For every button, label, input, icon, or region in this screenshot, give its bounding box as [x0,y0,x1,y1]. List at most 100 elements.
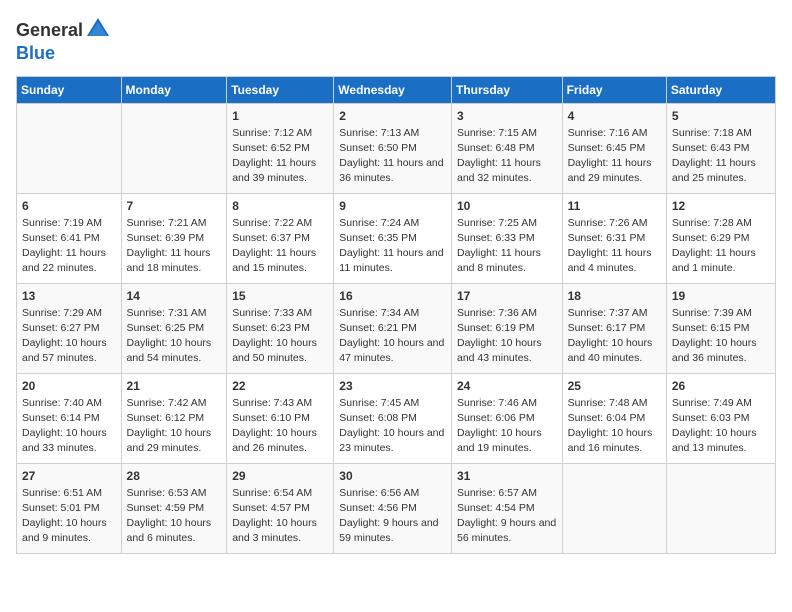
calendar-cell [562,463,666,553]
day-info: Sunrise: 7:12 AM Sunset: 6:52 PM Dayligh… [232,126,328,185]
page-header: General Blue [16,16,776,64]
calendar-week-row: 20Sunrise: 7:40 AM Sunset: 6:14 PM Dayli… [17,373,776,463]
day-number: 27 [22,468,116,485]
day-number: 6 [22,198,116,215]
day-info: Sunrise: 7:25 AM Sunset: 6:33 PM Dayligh… [457,216,557,275]
calendar-cell: 26Sunrise: 7:49 AM Sunset: 6:03 PM Dayli… [666,373,775,463]
day-info: Sunrise: 7:31 AM Sunset: 6:25 PM Dayligh… [127,306,222,365]
calendar-cell: 12Sunrise: 7:28 AM Sunset: 6:29 PM Dayli… [666,193,775,283]
day-info: Sunrise: 6:53 AM Sunset: 4:59 PM Dayligh… [127,486,222,545]
calendar-cell: 4Sunrise: 7:16 AM Sunset: 6:45 PM Daylig… [562,103,666,193]
day-number: 17 [457,288,557,305]
calendar-cell [666,463,775,553]
day-number: 7 [127,198,222,215]
day-number: 29 [232,468,328,485]
day-number: 8 [232,198,328,215]
calendar-cell [17,103,122,193]
calendar-cell: 11Sunrise: 7:26 AM Sunset: 6:31 PM Dayli… [562,193,666,283]
calendar-cell: 6Sunrise: 7:19 AM Sunset: 6:41 PM Daylig… [17,193,122,283]
calendar-cell: 27Sunrise: 6:51 AM Sunset: 5:01 PM Dayli… [17,463,122,553]
calendar-week-row: 6Sunrise: 7:19 AM Sunset: 6:41 PM Daylig… [17,193,776,283]
day-info: Sunrise: 7:22 AM Sunset: 6:37 PM Dayligh… [232,216,328,275]
day-info: Sunrise: 7:40 AM Sunset: 6:14 PM Dayligh… [22,396,116,455]
logo: General Blue [16,16,111,64]
weekday-header-monday: Monday [121,76,227,103]
day-info: Sunrise: 7:29 AM Sunset: 6:27 PM Dayligh… [22,306,116,365]
weekday-header-tuesday: Tuesday [227,76,334,103]
day-number: 22 [232,378,328,395]
weekday-header-wednesday: Wednesday [334,76,452,103]
calendar-cell: 17Sunrise: 7:36 AM Sunset: 6:19 PM Dayli… [451,283,562,373]
calendar-week-row: 13Sunrise: 7:29 AM Sunset: 6:27 PM Dayli… [17,283,776,373]
day-number: 15 [232,288,328,305]
day-number: 19 [672,288,770,305]
calendar-cell: 31Sunrise: 6:57 AM Sunset: 4:54 PM Dayli… [451,463,562,553]
calendar-cell [121,103,227,193]
calendar-cell: 19Sunrise: 7:39 AM Sunset: 6:15 PM Dayli… [666,283,775,373]
day-number: 1 [232,108,328,125]
day-number: 4 [568,108,661,125]
calendar-cell: 3Sunrise: 7:15 AM Sunset: 6:48 PM Daylig… [451,103,562,193]
day-info: Sunrise: 7:18 AM Sunset: 6:43 PM Dayligh… [672,126,770,185]
weekday-header-row: SundayMondayTuesdayWednesdayThursdayFrid… [17,76,776,103]
day-number: 10 [457,198,557,215]
calendar-cell: 28Sunrise: 6:53 AM Sunset: 4:59 PM Dayli… [121,463,227,553]
weekday-header-sunday: Sunday [17,76,122,103]
calendar-cell: 15Sunrise: 7:33 AM Sunset: 6:23 PM Dayli… [227,283,334,373]
day-info: Sunrise: 7:46 AM Sunset: 6:06 PM Dayligh… [457,396,557,455]
day-number: 28 [127,468,222,485]
day-info: Sunrise: 7:39 AM Sunset: 6:15 PM Dayligh… [672,306,770,365]
day-info: Sunrise: 7:15 AM Sunset: 6:48 PM Dayligh… [457,126,557,185]
weekday-header-saturday: Saturday [666,76,775,103]
day-info: Sunrise: 6:51 AM Sunset: 5:01 PM Dayligh… [22,486,116,545]
calendar-cell: 29Sunrise: 6:54 AM Sunset: 4:57 PM Dayli… [227,463,334,553]
day-info: Sunrise: 7:28 AM Sunset: 6:29 PM Dayligh… [672,216,770,275]
day-info: Sunrise: 7:37 AM Sunset: 6:17 PM Dayligh… [568,306,661,365]
day-number: 13 [22,288,116,305]
calendar-cell: 24Sunrise: 7:46 AM Sunset: 6:06 PM Dayli… [451,373,562,463]
day-number: 2 [339,108,446,125]
day-info: Sunrise: 6:54 AM Sunset: 4:57 PM Dayligh… [232,486,328,545]
day-number: 30 [339,468,446,485]
calendar-cell: 20Sunrise: 7:40 AM Sunset: 6:14 PM Dayli… [17,373,122,463]
day-info: Sunrise: 6:56 AM Sunset: 4:56 PM Dayligh… [339,486,446,545]
day-info: Sunrise: 7:49 AM Sunset: 6:03 PM Dayligh… [672,396,770,455]
day-number: 31 [457,468,557,485]
day-info: Sunrise: 7:43 AM Sunset: 6:10 PM Dayligh… [232,396,328,455]
calendar-cell: 7Sunrise: 7:21 AM Sunset: 6:39 PM Daylig… [121,193,227,283]
day-info: Sunrise: 7:48 AM Sunset: 6:04 PM Dayligh… [568,396,661,455]
day-number: 20 [22,378,116,395]
day-info: Sunrise: 7:24 AM Sunset: 6:35 PM Dayligh… [339,216,446,275]
calendar-cell: 8Sunrise: 7:22 AM Sunset: 6:37 PM Daylig… [227,193,334,283]
day-number: 9 [339,198,446,215]
day-info: Sunrise: 7:19 AM Sunset: 6:41 PM Dayligh… [22,216,116,275]
calendar-table: SundayMondayTuesdayWednesdayThursdayFrid… [16,76,776,554]
day-number: 14 [127,288,222,305]
calendar-cell: 2Sunrise: 7:13 AM Sunset: 6:50 PM Daylig… [334,103,452,193]
day-info: Sunrise: 7:21 AM Sunset: 6:39 PM Dayligh… [127,216,222,275]
day-info: Sunrise: 7:33 AM Sunset: 6:23 PM Dayligh… [232,306,328,365]
day-number: 26 [672,378,770,395]
day-number: 18 [568,288,661,305]
calendar-week-row: 27Sunrise: 6:51 AM Sunset: 5:01 PM Dayli… [17,463,776,553]
calendar-cell: 9Sunrise: 7:24 AM Sunset: 6:35 PM Daylig… [334,193,452,283]
calendar-cell: 10Sunrise: 7:25 AM Sunset: 6:33 PM Dayli… [451,193,562,283]
day-number: 5 [672,108,770,125]
weekday-header-friday: Friday [562,76,666,103]
calendar-cell: 1Sunrise: 7:12 AM Sunset: 6:52 PM Daylig… [227,103,334,193]
day-number: 25 [568,378,661,395]
day-number: 12 [672,198,770,215]
day-info: Sunrise: 7:16 AM Sunset: 6:45 PM Dayligh… [568,126,661,185]
day-info: Sunrise: 7:34 AM Sunset: 6:21 PM Dayligh… [339,306,446,365]
day-number: 23 [339,378,446,395]
day-info: Sunrise: 7:26 AM Sunset: 6:31 PM Dayligh… [568,216,661,275]
calendar-cell: 14Sunrise: 7:31 AM Sunset: 6:25 PM Dayli… [121,283,227,373]
day-info: Sunrise: 6:57 AM Sunset: 4:54 PM Dayligh… [457,486,557,545]
calendar-cell: 16Sunrise: 7:34 AM Sunset: 6:21 PM Dayli… [334,283,452,373]
calendar-cell: 25Sunrise: 7:48 AM Sunset: 6:04 PM Dayli… [562,373,666,463]
calendar-cell: 22Sunrise: 7:43 AM Sunset: 6:10 PM Dayli… [227,373,334,463]
calendar-cell: 23Sunrise: 7:45 AM Sunset: 6:08 PM Dayli… [334,373,452,463]
day-info: Sunrise: 7:45 AM Sunset: 6:08 PM Dayligh… [339,396,446,455]
day-number: 16 [339,288,446,305]
weekday-header-thursday: Thursday [451,76,562,103]
